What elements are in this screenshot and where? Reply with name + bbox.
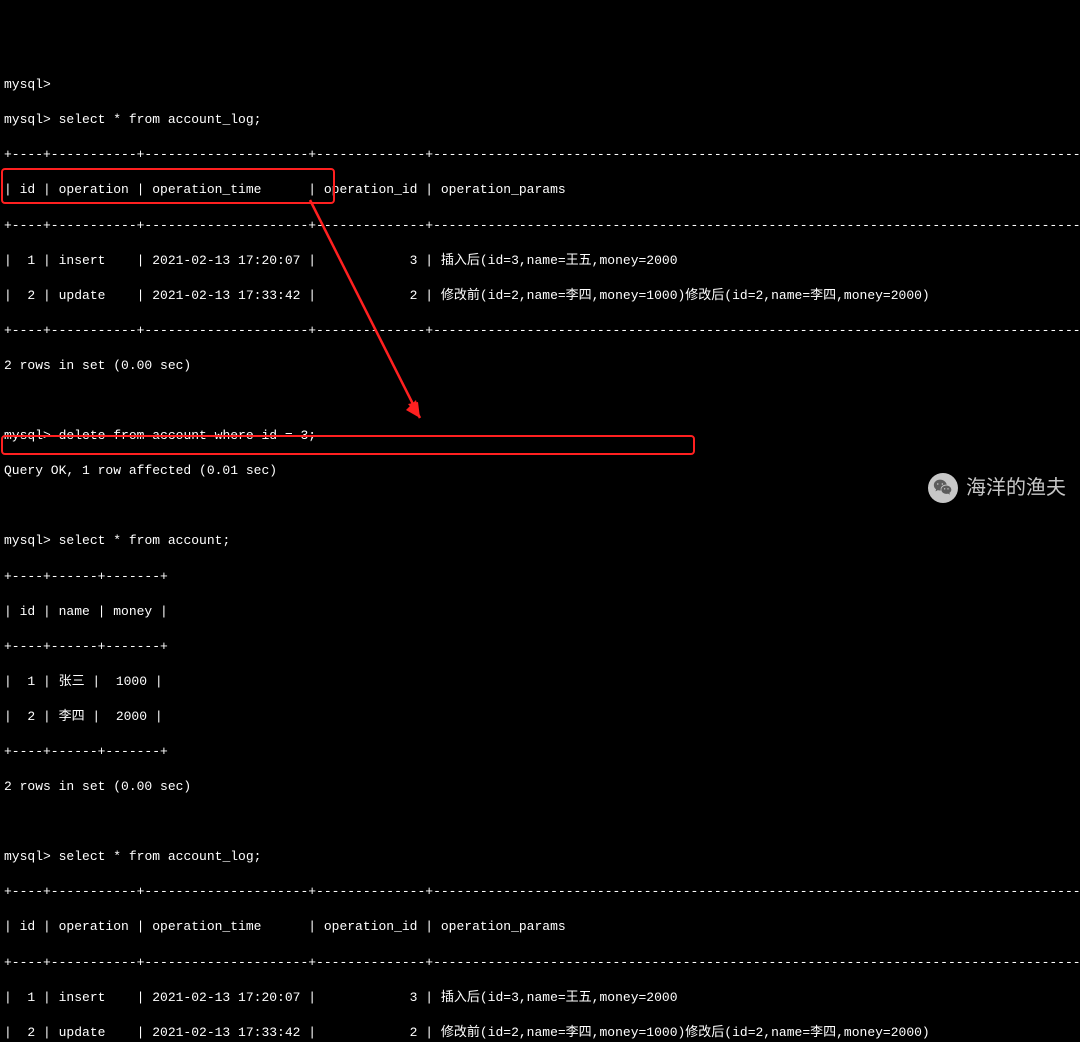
table-border: +----+-----------+---------------------+… [4, 322, 1080, 340]
table-row: | 1 | insert | 2021-02-13 17:20:07 | 3 |… [4, 989, 1080, 1007]
table-row: | 1 | insert | 2021-02-13 17:20:07 | 3 |… [4, 252, 1080, 270]
table-border: +----+-----------+---------------------+… [4, 146, 1080, 164]
sql-command: delete from account where id = 3; [59, 428, 316, 443]
table-row: | 2 | 李四 | 2000 | [4, 708, 1080, 726]
table-header: | id | operation | operation_time | oper… [4, 181, 1080, 199]
terminal-line: mysql> select * from account_log; [4, 848, 1080, 866]
table-header: | id | name | money | [4, 603, 1080, 621]
table-border: +----+-----------+---------------------+… [4, 883, 1080, 901]
mysql-prompt: mysql> [4, 428, 51, 443]
mysql-prompt: mysql> [4, 533, 51, 548]
table-border: +----+-----------+---------------------+… [4, 954, 1080, 972]
sql-command: select * from account; [59, 533, 231, 548]
result-summary: Query OK, 1 row affected (0.01 sec) [4, 462, 1080, 480]
mysql-prompt: mysql> [4, 112, 51, 127]
blank-line [4, 497, 1080, 515]
result-summary: 2 rows in set (0.00 sec) [4, 357, 1080, 375]
terminal-line: mysql> select * from account; [4, 532, 1080, 550]
table-row: | 1 | 张三 | 1000 | [4, 673, 1080, 691]
terminal-line: mysql> select * from account_log; [4, 111, 1080, 129]
wechat-icon [928, 473, 958, 503]
table-row: | 2 | update | 2021-02-13 17:33:42 | 2 |… [4, 287, 1080, 305]
table-border: +----+-----------+---------------------+… [4, 217, 1080, 235]
sql-command: select * from account_log; [59, 849, 262, 864]
watermark-text: 海洋的渔夫 [966, 475, 1066, 502]
result-summary: 2 rows in set (0.00 sec) [4, 778, 1080, 796]
table-border: +----+------+-------+ [4, 743, 1080, 761]
terminal-line: mysql> delete from account where id = 3; [4, 427, 1080, 445]
mysql-prompt: mysql> [4, 849, 51, 864]
table-row: | 2 | update | 2021-02-13 17:33:42 | 2 |… [4, 1024, 1080, 1042]
watermark: 海洋的渔夫 [928, 473, 1066, 503]
blank-line [4, 813, 1080, 831]
terminal-line: mysql> [4, 76, 1080, 94]
table-header: | id | operation | operation_time | oper… [4, 918, 1080, 936]
table-border: +----+------+-------+ [4, 638, 1080, 656]
table-border: +----+------+-------+ [4, 568, 1080, 586]
sql-command: select * from account_log; [59, 112, 262, 127]
mysql-prompt: mysql> [4, 77, 51, 92]
blank-line [4, 392, 1080, 410]
